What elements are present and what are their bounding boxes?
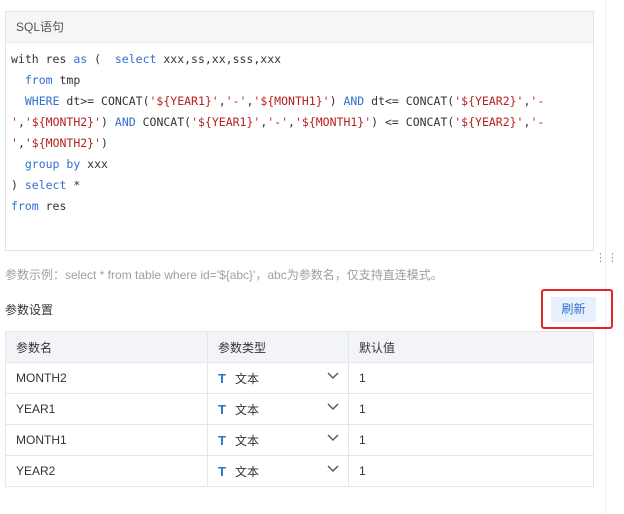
sql-text: ): [101, 115, 115, 129]
sql-text: (: [87, 52, 115, 66]
sql-line: group by xxx: [11, 154, 593, 175]
sql-text: ,: [288, 115, 295, 129]
sql-keyword: from: [11, 199, 39, 213]
text-type-icon: T: [218, 463, 226, 479]
param-name: YEAR2: [5, 455, 208, 487]
param-type-label: 文本: [234, 402, 259, 417]
sql-string: '${YEAR1}': [149, 94, 219, 108]
sql-text: xxx,ss,xx,sss,xxx: [156, 52, 282, 66]
sql-string: '${MONTH1}': [253, 94, 330, 108]
param-default-value[interactable]: 1: [348, 455, 594, 487]
sql-text: xxx: [80, 157, 108, 171]
chevron-down-icon[interactable]: [327, 372, 339, 380]
chevron-down-icon[interactable]: [327, 465, 339, 473]
sql-string: '${MONTH1}': [294, 115, 372, 129]
sql-string: '${YEAR1}': [191, 115, 261, 129]
sql-text: ,: [218, 94, 226, 108]
param-type-select[interactable]: T 文本: [207, 455, 349, 487]
params-table: 参数名 参数类型 默认值 MONTH2 T 文本 1 YEAR1 T 文本 1 MONTH1 T 文…: [5, 331, 594, 487]
refresh-highlight: 刷新: [541, 289, 613, 329]
text-type-icon: T: [218, 432, 226, 448]
sql-string: '-: [530, 94, 545, 108]
sql-line: ) select *: [11, 175, 593, 196]
sql-text: *: [66, 178, 81, 192]
param-type-label: 文本: [234, 371, 259, 386]
param-name: MONTH1: [5, 424, 208, 456]
table-header-row: 参数名 参数类型 默认值: [5, 331, 594, 363]
sql-keyword: as: [73, 52, 88, 66]
sql-line: ','${MONTH2}') AND CONCAT('${YEAR1}','-'…: [11, 112, 593, 133]
sql-line: ','${MONTH2}'): [11, 133, 593, 154]
text-type-icon: T: [218, 401, 226, 417]
refresh-button[interactable]: 刷新: [551, 297, 596, 322]
sql-string: '${YEAR2}': [454, 94, 524, 108]
sql-text: dt<= CONCAT(: [364, 94, 455, 108]
column-header-name: 参数名: [5, 331, 208, 363]
sql-keyword: group by: [24, 157, 81, 171]
sql-string: '${YEAR2}': [454, 115, 524, 129]
param-type-select[interactable]: T 文本: [207, 424, 349, 456]
sql-string: ': [11, 115, 18, 129]
sql-panel-title: SQL语句: [6, 12, 593, 43]
sql-text: dt>= CONCAT(: [59, 94, 150, 108]
table-row: MONTH1 T 文本 1: [5, 424, 594, 456]
sql-keyword: WHERE: [24, 94, 60, 108]
sql-text: with res: [11, 52, 74, 66]
sql-keyword: AND: [114, 115, 136, 129]
chevron-down-icon[interactable]: [327, 403, 339, 411]
sql-keyword: select: [114, 52, 157, 66]
param-hint: 参数示例：select * from table where id='${abc…: [5, 268, 443, 282]
sql-panel: SQL语句 with res as ( select xxx,ss,xx,sss…: [5, 11, 594, 251]
sql-editor[interactable]: with res as ( select xxx,ss,xx,sss,xxx f…: [6, 43, 593, 217]
param-default-value[interactable]: 1: [348, 362, 594, 394]
param-type-select[interactable]: T 文本: [207, 362, 349, 394]
table-row: YEAR2 T 文本 1: [5, 455, 594, 487]
sql-text: ): [11, 178, 25, 192]
param-default-value[interactable]: 1: [348, 393, 594, 425]
resize-handle-icon[interactable]: ⋮⋮: [595, 253, 618, 264]
sql-keyword: select: [24, 178, 67, 192]
column-header-type: 参数类型: [207, 331, 349, 363]
column-header-default: 默认值: [348, 331, 594, 363]
param-name: YEAR1: [5, 393, 208, 425]
sql-string: '-: [530, 115, 545, 129]
text-type-icon: T: [218, 370, 226, 386]
sql-text: ) <= CONCAT(: [371, 115, 455, 129]
sql-string: '-': [267, 115, 289, 129]
param-type-label: 文本: [234, 464, 259, 479]
sql-text: ,: [17, 136, 25, 150]
sql-text: tmp: [52, 73, 81, 87]
sql-string: '-': [225, 94, 247, 108]
sql-string: ': [11, 136, 18, 150]
chevron-down-icon[interactable]: [327, 434, 339, 442]
sql-text: ,: [17, 115, 25, 129]
sql-line: WHERE dt>= CONCAT('${YEAR1}','-','${MONT…: [11, 91, 593, 112]
sql-text: ): [329, 94, 344, 108]
param-default-value[interactable]: 1: [348, 424, 594, 456]
sql-text: ): [101, 136, 108, 150]
table-row: YEAR1 T 文本 1: [5, 393, 594, 425]
table-row: MONTH2 T 文本 1: [5, 362, 594, 394]
sql-string: '${MONTH2}': [24, 115, 102, 129]
sql-text: CONCAT(: [135, 115, 192, 129]
sql-line: from tmp: [11, 70, 593, 91]
param-name: MONTH2: [5, 362, 208, 394]
param-type-select[interactable]: T 文本: [207, 393, 349, 425]
sql-line: with res as ( select xxx,ss,xx,sss,xxx: [11, 49, 593, 70]
sql-keyword: AND: [343, 94, 365, 108]
sql-text: res: [38, 199, 67, 213]
param-type-label: 文本: [234, 433, 259, 448]
params-title: 参数设置: [5, 303, 54, 317]
sql-line: from res: [11, 196, 593, 217]
sql-string: '${MONTH2}': [24, 136, 102, 150]
sql-keyword: from: [24, 73, 53, 87]
